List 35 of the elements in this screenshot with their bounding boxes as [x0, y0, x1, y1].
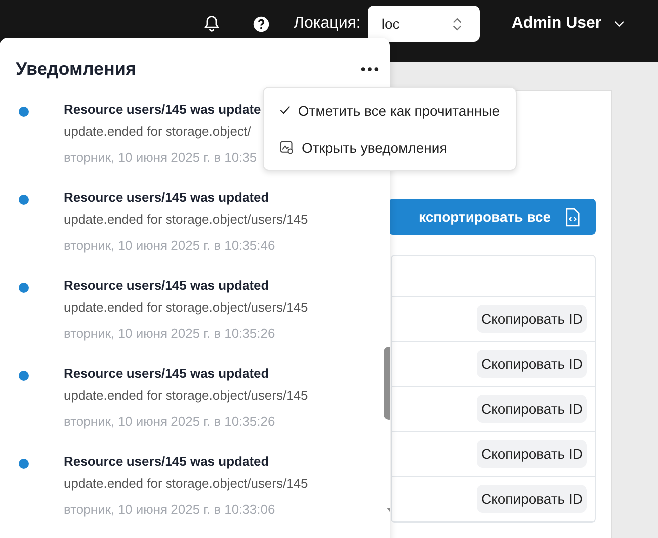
menu-item[interactable]: Отметить все как прочитанные — [264, 92, 516, 129]
menu-item[interactable]: Открыть уведомления — [264, 129, 516, 166]
export-button[interactable]: кспортировать все — [389, 199, 596, 235]
location-label: Локация: — [294, 15, 361, 33]
image-gear-icon — [280, 140, 294, 154]
notification-time: вторник, 10 июня 2025 г. в 10:33:06 — [64, 502, 276, 517]
check-icon — [280, 105, 290, 116]
help-icon[interactable] — [253, 16, 270, 32]
notification-text: update.ended for storage.object/users/145 — [64, 300, 308, 315]
bell-icon[interactable] — [203, 15, 221, 33]
copy-id-button[interactable]: Скопировать ID — [477, 350, 587, 378]
chevron-down-icon — [614, 20, 625, 28]
more-icon[interactable] — [360, 66, 380, 72]
notification-time: вторник, 10 июня 2025 г. в 10:35 — [64, 150, 258, 165]
location-select[interactable]: loc — [368, 6, 480, 42]
notification-time: вторник, 10 июня 2025 г. в 10:35:26 — [64, 326, 276, 341]
file-code-icon — [565, 208, 580, 226]
copy-id-button[interactable]: Скопировать ID — [477, 305, 587, 333]
notification-title[interactable]: Resource users/145 was updated — [64, 454, 308, 469]
notification-title[interactable]: Resource users/145 was updated — [64, 278, 308, 293]
copy-id-button[interactable]: Скопировать ID — [477, 485, 587, 513]
copy-id-button[interactable]: Скопировать ID — [477, 440, 587, 468]
notification-text: update.ended for storage.object/users/145 — [64, 476, 308, 491]
notification-text: update.ended for storage.object/users/145 — [64, 388, 308, 403]
user-menu[interactable]: Admin User — [512, 15, 625, 33]
notification-time: вторник, 10 июня 2025 г. в 10:35:46 — [64, 238, 276, 253]
notification-title[interactable]: Resource users/145 was update — [64, 102, 262, 117]
notification-text: update.ended for storage.object/ — [64, 124, 252, 139]
updown-icon — [452, 18, 462, 30]
panel-title: Уведомления — [16, 58, 136, 80]
notification-text: update.ended for storage.object/users/145 — [64, 212, 308, 227]
copy-id-button[interactable]: Скопировать ID — [477, 395, 587, 423]
notification-title[interactable]: Resource users/145 was updated — [64, 366, 308, 381]
notification-time: вторник, 10 июня 2025 г. в 10:35:26 — [64, 414, 276, 429]
notification-title[interactable]: Resource users/145 was updated — [64, 190, 308, 205]
